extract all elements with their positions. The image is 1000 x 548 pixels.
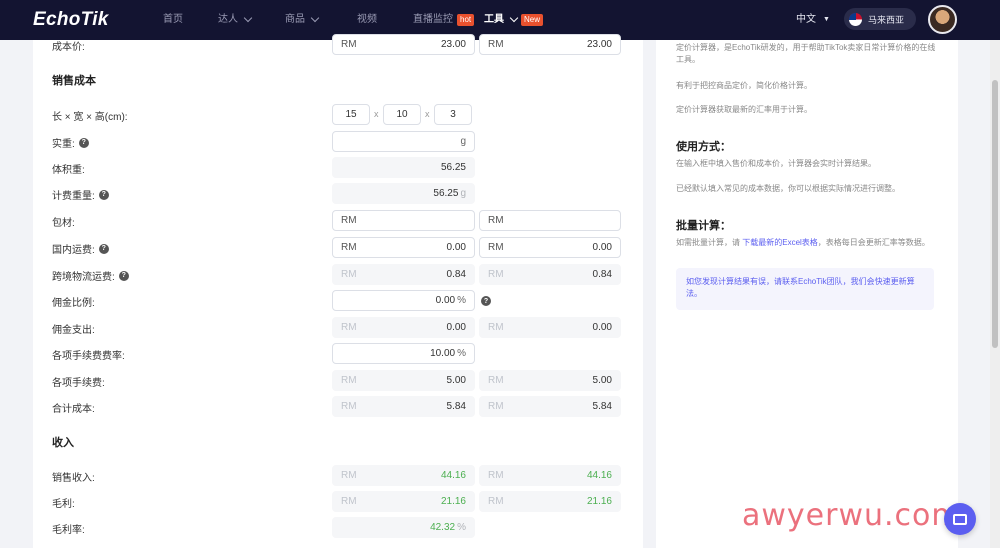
commission-rate-input[interactable]: 0.00% xyxy=(332,290,475,311)
total-cost-label: 合计成本: xyxy=(52,404,95,415)
total-cost-value-2: RM 5.84 xyxy=(479,396,621,417)
region-select[interactable]: 马来西亚 xyxy=(844,8,916,30)
new-badge: New xyxy=(521,14,544,26)
commission-expense-value-1: RM 0.00 xyxy=(332,317,475,338)
cost-price-input-1[interactable]: RM 23.00 xyxy=(332,34,475,55)
chevron-down-icon xyxy=(243,13,253,23)
dimensions-label: 长 × 宽 × 高(cm): xyxy=(52,112,128,123)
cross-border-shipping-value-2: RM 0.84 xyxy=(479,264,621,285)
row-actual-weight: 实重:? g xyxy=(33,131,643,153)
row-cost-price: 成本价: RM 23.00 RM 23.00 xyxy=(33,34,643,56)
gross-profit-value-2: RM 21.16 xyxy=(479,491,621,512)
download-excel-link[interactable]: 下载最新的Excel表格 xyxy=(742,238,818,247)
row-billing-weight: 计费重量:? 56.25 g xyxy=(33,183,643,205)
language-select[interactable]: 中文 ▼ xyxy=(796,0,830,40)
usage-title: 使用方式： xyxy=(676,141,731,153)
help-icon[interactable]: ? xyxy=(78,137,89,148)
commission-rate-label: 佣金比例: xyxy=(52,298,95,309)
times-sep: x xyxy=(425,109,430,119)
batch-title: 批量计算： xyxy=(676,220,731,232)
gross-margin-label: 毛利率: xyxy=(52,525,85,536)
pricing-calculator: 成本价: RM 23.00 RM 23.00 销售成本 长 × 宽 × 高(cm):… xyxy=(33,34,643,548)
fees-label: 各项手续费: xyxy=(52,378,105,389)
row-gross-profit: 毛利: RM 21.16 RM 21.16 xyxy=(33,491,643,513)
cross-border-shipping-value-1: RM 0.84 xyxy=(332,264,475,285)
row-volume-weight: 体积重: 56.25 xyxy=(33,157,643,179)
sales-income-value-1: RM 44.16 xyxy=(332,465,475,486)
row-sales-income: 销售收入: RM 44.16 RM 44.16 xyxy=(33,465,643,487)
intro-text-2: 有利于把控商品定价，简化价格计算。 xyxy=(676,81,812,90)
help-icon[interactable]: ? xyxy=(118,270,129,281)
watermark: awyerwu.com xyxy=(742,498,962,533)
error-notice: 如您发现计算结果有误，请联系EchoTik团队，我们会快速更新算法。 xyxy=(676,268,934,310)
domestic-shipping-label: 国内运费:? xyxy=(52,241,109,256)
row-domestic-shipping: 国内运费:? RM 0.00 RM 0.00 xyxy=(33,237,643,259)
hot-badge: hot xyxy=(457,14,475,26)
actual-weight-input[interactable]: g xyxy=(332,131,475,152)
billing-weight-value: 56.25 g xyxy=(332,183,475,204)
fees-value-2: RM 5.00 xyxy=(479,370,621,391)
row-gross-margin: 毛利率: 42.32% xyxy=(33,517,643,539)
commission-expense-label: 佣金支出: xyxy=(52,325,95,336)
length-input[interactable]: 15 xyxy=(332,104,370,125)
height-input[interactable]: 3 xyxy=(434,104,472,125)
packaging-label: 包材: xyxy=(52,218,75,229)
row-total-cost: 合计成本: RM 5.84 RM 5.84 xyxy=(33,396,643,418)
gross-profit-value-1: RM 21.16 xyxy=(332,491,475,512)
row-packaging: 包材: RM RM xyxy=(33,210,643,232)
actual-weight-label: 实重:? xyxy=(52,135,89,150)
fee-rate-input[interactable]: 10.00% xyxy=(332,343,475,364)
row-commission-expense: 佣金支出: RM 0.00 RM 0.00 xyxy=(33,317,643,339)
intro-text-1: 定价计算器，是EchoTik研发的，用于帮助TikTok卖家日常计算价格的在线工… xyxy=(676,43,936,64)
times-sep: x xyxy=(374,109,379,119)
gross-profit-label: 毛利: xyxy=(52,499,75,510)
usage-text-1: 在输入框中填入售价和成本价，计算器会实时计算结果。 xyxy=(676,159,876,168)
scrollbar-thumb[interactable] xyxy=(992,80,998,348)
help-icon[interactable]: ? xyxy=(98,243,109,254)
help-icon[interactable]: ? xyxy=(98,189,109,200)
avatar[interactable] xyxy=(928,5,957,34)
packaging-input-2[interactable]: RM xyxy=(479,210,621,231)
cross-border-shipping-label: 跨境物流运费:? xyxy=(52,268,129,283)
width-input[interactable]: 10 xyxy=(383,104,421,125)
batch-text: 如需批量计算，请 下载最新的Excel表格，表格每日会更新汇率等数据。 xyxy=(676,238,930,247)
fees-value-1: RM 5.00 xyxy=(332,370,475,391)
volume-weight-label: 体积重: xyxy=(52,165,85,176)
chevron-down-icon xyxy=(310,13,320,23)
chevron-down-icon xyxy=(509,13,519,23)
section-income: 收入 xyxy=(52,437,74,449)
cost-price-input-2[interactable]: RM 23.00 xyxy=(479,34,621,55)
gross-margin-value: 42.32% xyxy=(332,517,475,538)
row-dimensions: 长 × 宽 × 高(cm): 15 x 10 x 3 xyxy=(33,104,643,126)
row-fee-rate: 各项手续费费率: 10.00% xyxy=(33,343,643,365)
volume-weight-value: 56.25 xyxy=(332,157,475,178)
total-cost-value-1: RM 5.84 xyxy=(332,396,475,417)
commission-expense-value-2: RM 0.00 xyxy=(479,317,621,338)
section-sales-cost: 销售成本 xyxy=(52,75,96,87)
row-cross-border-shipping: 跨境物流运费:? RM 0.84 RM 0.84 xyxy=(33,264,643,286)
billing-weight-label: 计费重量:? xyxy=(52,187,109,202)
info-panel: 定价计算器，是EchoTik研发的，用于帮助TikTok卖家日常计算价格的在线工… xyxy=(656,40,958,548)
cost-price-label: 成本价: xyxy=(52,42,85,53)
domestic-shipping-input-2[interactable]: RM 0.00 xyxy=(479,237,621,258)
help-icon[interactable]: ? xyxy=(481,296,491,306)
packaging-input-1[interactable]: RM xyxy=(332,210,475,231)
row-fees: 各项手续费: RM 5.00 RM 5.00 xyxy=(33,370,643,392)
domestic-shipping-input-1[interactable]: RM 0.00 xyxy=(332,237,475,258)
sales-income-value-2: RM 44.16 xyxy=(479,465,621,486)
chat-icon xyxy=(953,513,967,525)
intro-text-3: 定价计算器获取最新的汇率用于计算。 xyxy=(676,105,812,114)
chat-button[interactable] xyxy=(944,503,976,535)
caret-down-icon: ▼ xyxy=(823,16,830,23)
sales-income-label: 销售收入: xyxy=(52,473,95,484)
usage-text-2: 已经默认填入常见的成本数据，你可以根据实际情况进行调整。 xyxy=(676,184,900,193)
malaysia-flag-icon xyxy=(849,12,862,26)
logo[interactable]: EchoTik xyxy=(33,9,109,31)
row-commission-rate: 佣金比例: 0.00% ? xyxy=(33,290,643,312)
fee-rate-label: 各项手续费费率: xyxy=(52,351,125,362)
